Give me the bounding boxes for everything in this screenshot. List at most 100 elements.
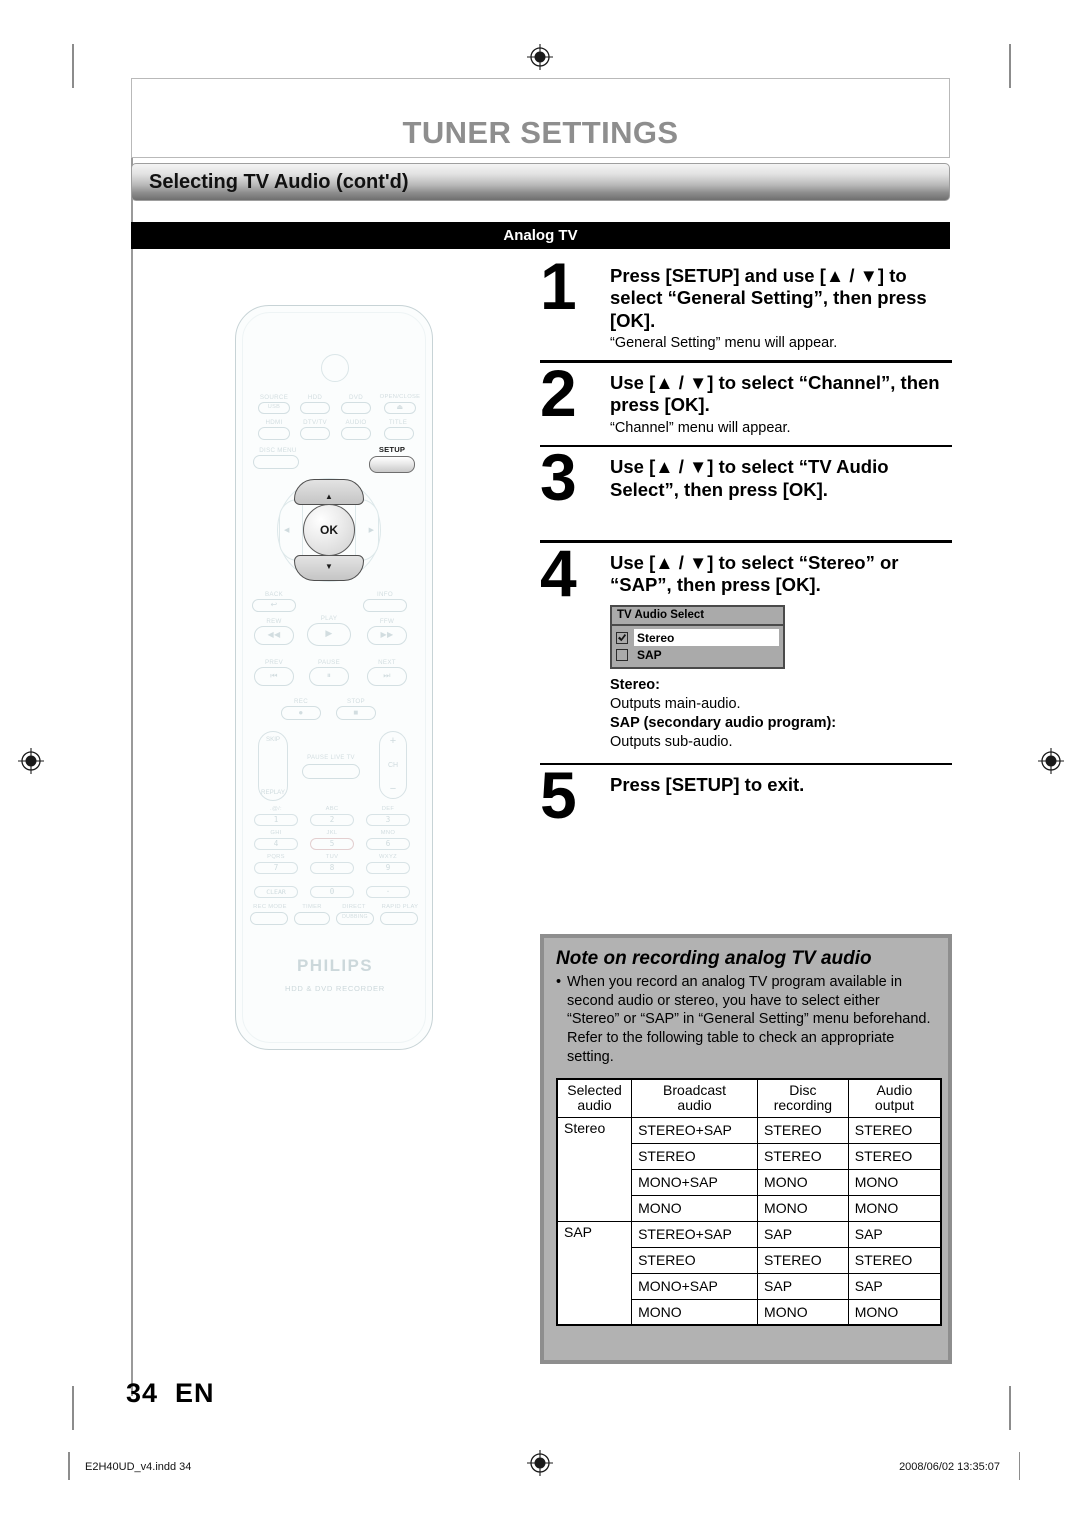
checkbox-checked-icon[interactable] <box>616 631 628 644</box>
table-cell-group-stereo: Stereo <box>556 1116 633 1222</box>
timer-label: TIMER <box>302 904 322 910</box>
step-4-number: 4 <box>540 535 577 610</box>
step-divider-3 <box>540 540 952 543</box>
step-3: 3 Use [▲ / ▼] to select “TV Audio Select… <box>540 444 952 532</box>
step-1-title: Press [SETUP] and use [▲ / ▼] to select … <box>610 265 927 331</box>
dpad-down-button: ▼ <box>294 555 364 581</box>
table-cell: SAP <box>757 1272 849 1300</box>
key-9-letters: WXYZ <box>379 854 397 860</box>
pause-live-tv-button <box>302 764 360 779</box>
registration-mark-top <box>527 44 553 70</box>
table-row: SAP STEREO+SAP SAP SAP <box>556 1220 942 1326</box>
table-cell: STEREO <box>847 1142 942 1170</box>
table-cell: MONO <box>847 1168 942 1196</box>
dtv-tv-button <box>300 427 330 440</box>
table-header-audio-output: Audio output <box>847 1078 942 1118</box>
skip-label: SKIP <box>265 736 281 743</box>
table-cell: MONO <box>757 1168 849 1196</box>
step-2-title: Use [▲ / ▼] to select “Channel”, then pr… <box>610 371 940 416</box>
page-number: 34 <box>126 1378 159 1408</box>
table-cell: STEREO <box>631 1246 759 1274</box>
dpad-right-button: ▶ <box>355 499 379 561</box>
ffw-label: FFW <box>379 618 395 625</box>
clear-button: CLEAR <box>254 886 298 898</box>
step-divider-2 <box>540 444 952 448</box>
prev-label: PREV <box>264 659 284 666</box>
tv-audio-option-stereo[interactable]: Stereo <box>616 629 779 647</box>
eject-icon: ⏏ <box>396 404 404 411</box>
key-6-letters: MNO <box>380 830 396 836</box>
tv-audio-option-sap[interactable]: SAP <box>616 646 779 663</box>
key-8: 8 <box>310 862 354 874</box>
rec-mode-button <box>250 912 288 925</box>
step-5: 5 Press [SETUP] to exit. <box>540 762 952 828</box>
step-1-number: 1 <box>540 249 577 323</box>
hdd-button <box>300 402 330 414</box>
section-subtitle: Selecting TV Audio (cont'd) <box>149 170 409 193</box>
table-cell: SAP <box>847 1272 942 1300</box>
definition-stereo-desc: Outputs main-audio. <box>610 696 741 713</box>
pause-label: PAUSE <box>317 659 341 666</box>
table-cell: STEREO <box>847 1116 942 1144</box>
step-5-number: 5 <box>540 758 577 833</box>
setup-label-wrap: SETUP <box>369 445 415 454</box>
fast-forward-icon: ▶▶ <box>380 630 394 639</box>
key-dot: · <box>366 886 410 898</box>
power-button <box>321 354 349 382</box>
table-cell: STEREO <box>847 1246 942 1274</box>
step-3-title: Use [▲ / ▼] to select “TV Audio Select”,… <box>610 456 889 500</box>
rapid-play-button <box>380 912 418 925</box>
tv-audio-option-sap-row[interactable]: SAP <box>634 646 779 663</box>
crop-mark-top-right <box>1009 44 1011 88</box>
page-frame-left-rule <box>131 78 133 1396</box>
checkbox-unchecked-icon[interactable] <box>616 648 628 661</box>
section-header-bar: Analog TV <box>131 222 950 249</box>
dubbing-label: DUBBING <box>342 914 368 920</box>
tv-audio-option-stereo-label: Stereo <box>637 630 675 645</box>
definition-sap-term: SAP (secondary audio program): <box>610 715 837 732</box>
table-cell: STEREO <box>757 1246 849 1274</box>
hdmi-label: HDMI <box>265 419 283 426</box>
note-text: When you record an analog TV program ava… <box>567 974 931 1065</box>
section-header-label: Analog TV <box>503 227 578 244</box>
ok-button: OK <box>303 504 355 556</box>
remote-control-illustration: SOURCE USB HDD DVD OPEN/CLOSE ⏏ HDMI DTV… <box>235 305 433 1050</box>
title-label: TITLE <box>388 419 408 426</box>
dvd-label: DVD <box>349 394 363 401</box>
direct-label: DIRECT <box>342 904 366 910</box>
info-label: INFO <box>377 591 393 598</box>
open-close-label: OPEN/CLOSE <box>379 394 421 400</box>
source-label: SOURCE <box>259 394 289 401</box>
tv-audio-option-sap-label: SAP <box>637 647 662 662</box>
definition-sap-desc: Outputs sub-audio. <box>610 733 733 750</box>
table-cell: SAP <box>847 1220 942 1248</box>
section-subtitle-bar: Selecting TV Audio (cont'd) <box>131 163 950 201</box>
rec-mode-label: REC MODE <box>253 904 287 910</box>
key-5-letters: JKL <box>326 830 338 836</box>
tv-audio-select-dialog[interactable]: TV Audio Select Stereo SAP <box>610 605 785 670</box>
table-cell: MONO <box>631 1194 759 1222</box>
tv-audio-option-stereo-row[interactable]: Stereo <box>634 629 779 647</box>
table-cell-group-sap: SAP <box>556 1220 633 1326</box>
page-number-block: 34 EN <box>126 1378 215 1409</box>
step-2-subtext: “Channel” menu will appear. <box>610 419 791 436</box>
table-cell: MONO+SAP <box>631 1272 759 1300</box>
key-1-letters: .@/: <box>270 806 282 812</box>
tv-audio-select-options: Stereo SAP <box>612 626 783 667</box>
dvd-button <box>341 402 371 414</box>
step-4-title: Use [▲ / ▼] to select “Stereo” or “SAP”,… <box>610 551 899 595</box>
pause-icon: ⏸ <box>326 671 332 680</box>
key-3: 3 <box>366 814 410 826</box>
key-0: 0 <box>310 886 354 898</box>
step-divider-1 <box>540 360 952 363</box>
step-4: 4 Use [▲ / ▼] to select “Stereo” or “SAP… <box>540 540 952 752</box>
title-button <box>384 427 414 440</box>
previous-icon: ⏮ <box>270 671 278 680</box>
language-code: EN <box>175 1378 215 1408</box>
page-title: TUNER SETTINGS <box>402 115 679 150</box>
registration-mark-bottom <box>527 1450 553 1476</box>
table-cell: SAP <box>757 1220 849 1248</box>
instruction-steps: 1 Press [SETUP] and use [▲ / ▼] to selec… <box>540 253 952 828</box>
stop-icon: ■ <box>353 708 359 717</box>
page-title-box: TUNER SETTINGS <box>131 78 950 158</box>
